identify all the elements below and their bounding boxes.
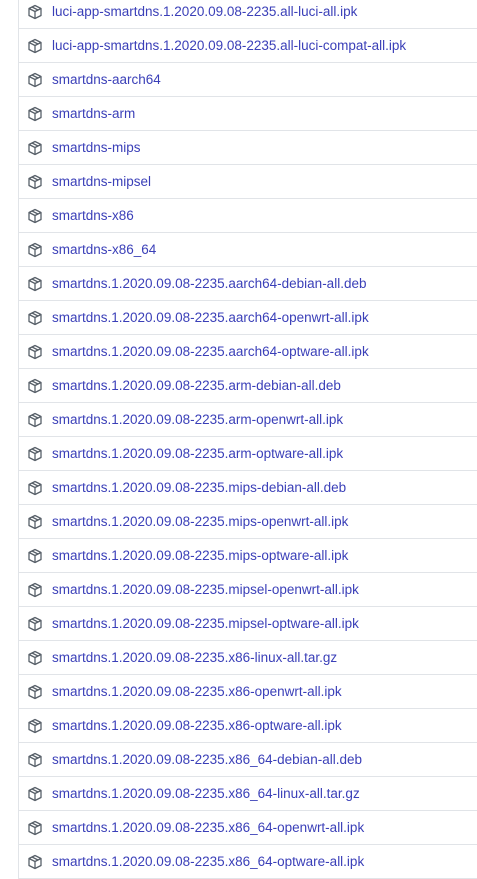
- asset-row: smartdns.1.2020.09.08-2235.x86-optware-a…: [19, 709, 477, 743]
- package-icon: [27, 684, 43, 700]
- release-assets-list: luci-app-smartdns.1.2020.09.08-2235.all-…: [18, 0, 477, 879]
- asset-download-link[interactable]: smartdns.1.2020.09.08-2235.mips-optware-…: [52, 548, 348, 563]
- asset-download-link[interactable]: smartdns.1.2020.09.08-2235.arm-debian-al…: [52, 378, 341, 393]
- package-icon: [27, 208, 43, 224]
- asset-row: smartdns.1.2020.09.08-2235.mips-debian-a…: [19, 471, 477, 505]
- asset-row: smartdns.1.2020.09.08-2235.arm-debian-al…: [19, 369, 477, 403]
- asset-row: smartdns.1.2020.09.08-2235.arm-optware-a…: [19, 437, 477, 471]
- package-icon: [27, 446, 43, 462]
- asset-row: smartdns.1.2020.09.08-2235.aarch64-debia…: [19, 267, 477, 301]
- package-icon: [27, 718, 43, 734]
- asset-download-link[interactable]: smartdns.1.2020.09.08-2235.arm-optware-a…: [52, 446, 343, 461]
- package-icon: [27, 344, 43, 360]
- package-icon: [27, 820, 43, 836]
- package-icon: [27, 310, 43, 326]
- package-icon: [27, 4, 43, 20]
- package-icon: [27, 378, 43, 394]
- asset-download-link[interactable]: smartdns.1.2020.09.08-2235.x86-linux-all…: [52, 650, 337, 665]
- asset-row: smartdns-mipsel: [19, 165, 477, 199]
- asset-row: smartdns-aarch64: [19, 63, 477, 97]
- asset-download-link[interactable]: smartdns-arm: [52, 106, 135, 121]
- asset-row: smartdns.1.2020.09.08-2235.mips-openwrt-…: [19, 505, 477, 539]
- asset-row: smartdns-x86_64: [19, 233, 477, 267]
- asset-download-link[interactable]: luci-app-smartdns.1.2020.09.08-2235.all-…: [52, 38, 406, 53]
- package-icon: [27, 786, 43, 802]
- package-icon: [27, 752, 43, 768]
- asset-download-link[interactable]: smartdns-mipsel: [52, 174, 151, 189]
- asset-download-link[interactable]: luci-app-smartdns.1.2020.09.08-2235.all-…: [52, 4, 357, 19]
- asset-download-link[interactable]: smartdns.1.2020.09.08-2235.x86-optware-a…: [52, 718, 342, 733]
- asset-download-link[interactable]: smartdns-aarch64: [52, 72, 161, 87]
- asset-row: smartdns.1.2020.09.08-2235.x86-openwrt-a…: [19, 675, 477, 709]
- asset-download-link[interactable]: smartdns.1.2020.09.08-2235.x86_64-linux-…: [52, 786, 360, 801]
- package-icon: [27, 582, 43, 598]
- asset-row: smartdns.1.2020.09.08-2235.mipsel-openwr…: [19, 573, 477, 607]
- package-icon: [27, 514, 43, 530]
- asset-row: smartdns.1.2020.09.08-2235.x86-linux-all…: [19, 641, 477, 675]
- package-icon: [27, 650, 43, 666]
- asset-row: smartdns.1.2020.09.08-2235.mips-optware-…: [19, 539, 477, 573]
- asset-download-link[interactable]: smartdns.1.2020.09.08-2235.x86_64-debian…: [52, 752, 362, 767]
- asset-download-link[interactable]: smartdns-mips: [52, 140, 141, 155]
- asset-download-link[interactable]: smartdns.1.2020.09.08-2235.mipsel-optwar…: [52, 616, 359, 631]
- package-icon: [27, 242, 43, 258]
- package-icon: [27, 38, 43, 54]
- package-icon: [27, 174, 43, 190]
- asset-download-link[interactable]: smartdns-x86_64: [52, 242, 156, 257]
- asset-row: smartdns.1.2020.09.08-2235.mipsel-optwar…: [19, 607, 477, 641]
- asset-download-link[interactable]: smartdns.1.2020.09.08-2235.mipsel-openwr…: [52, 582, 359, 597]
- asset-download-link[interactable]: smartdns.1.2020.09.08-2235.aarch64-debia…: [52, 276, 366, 291]
- asset-download-link[interactable]: smartdns.1.2020.09.08-2235.arm-openwrt-a…: [52, 412, 343, 427]
- asset-row: smartdns.1.2020.09.08-2235.aarch64-optwa…: [19, 335, 477, 369]
- asset-download-link[interactable]: smartdns.1.2020.09.08-2235.aarch64-optwa…: [52, 344, 369, 359]
- asset-row: smartdns.1.2020.09.08-2235.x86_64-openwr…: [19, 811, 477, 845]
- package-icon: [27, 616, 43, 632]
- asset-row: smartdns-x86: [19, 199, 477, 233]
- asset-download-link[interactable]: smartdns.1.2020.09.08-2235.mips-debian-a…: [52, 480, 346, 495]
- asset-row: luci-app-smartdns.1.2020.09.08-2235.all-…: [19, 0, 477, 29]
- package-icon: [27, 412, 43, 428]
- package-icon: [27, 140, 43, 156]
- asset-row: luci-app-smartdns.1.2020.09.08-2235.all-…: [19, 29, 477, 63]
- asset-row: smartdns.1.2020.09.08-2235.x86_64-debian…: [19, 743, 477, 777]
- asset-download-link[interactable]: smartdns.1.2020.09.08-2235.x86-openwrt-a…: [52, 684, 342, 699]
- package-icon: [27, 548, 43, 564]
- package-icon: [27, 480, 43, 496]
- asset-row: smartdns-arm: [19, 97, 477, 131]
- asset-download-link[interactable]: smartdns.1.2020.09.08-2235.x86_64-openwr…: [52, 820, 364, 835]
- package-icon: [27, 106, 43, 122]
- asset-row: smartdns.1.2020.09.08-2235.arm-openwrt-a…: [19, 403, 477, 437]
- package-icon: [27, 276, 43, 292]
- asset-row: smartdns.1.2020.09.08-2235.x86_64-optwar…: [19, 845, 477, 879]
- asset-row: smartdns.1.2020.09.08-2235.aarch64-openw…: [19, 301, 477, 335]
- asset-row: smartdns.1.2020.09.08-2235.x86_64-linux-…: [19, 777, 477, 811]
- asset-row: smartdns-mips: [19, 131, 477, 165]
- asset-download-link[interactable]: smartdns.1.2020.09.08-2235.x86_64-optwar…: [52, 854, 364, 869]
- package-icon: [27, 854, 43, 870]
- asset-download-link[interactable]: smartdns.1.2020.09.08-2235.mips-openwrt-…: [52, 514, 348, 529]
- asset-download-link[interactable]: smartdns.1.2020.09.08-2235.aarch64-openw…: [52, 310, 369, 325]
- package-icon: [27, 72, 43, 88]
- asset-download-link[interactable]: smartdns-x86: [52, 208, 134, 223]
